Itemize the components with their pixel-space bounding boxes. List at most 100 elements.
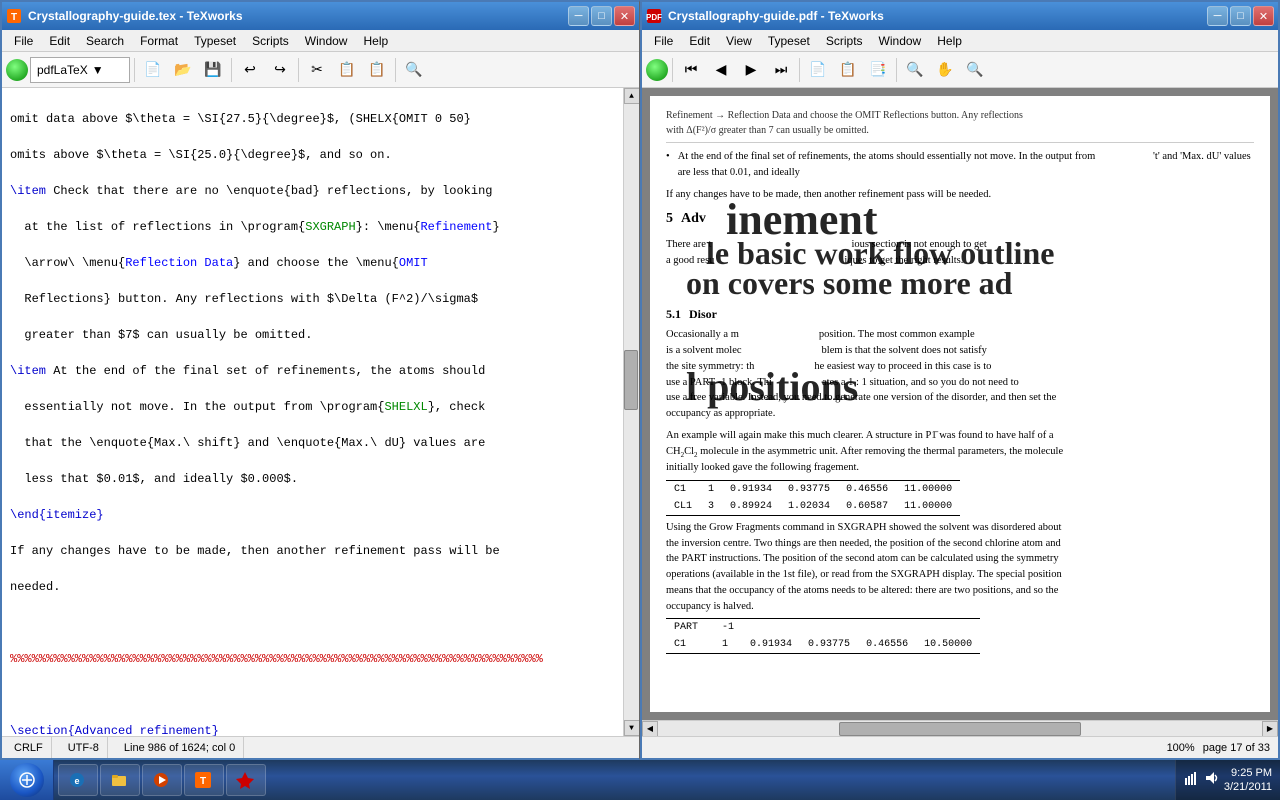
redo-button[interactable]: ↪ bbox=[266, 56, 294, 84]
code-line: greater than $7$ can usually be omitted. bbox=[10, 326, 615, 344]
start-button[interactable] bbox=[0, 760, 54, 800]
hscroll-thumb[interactable] bbox=[839, 722, 1081, 736]
left-title-bar: T Crystallography-guide.tex - TeXworks ─… bbox=[2, 2, 639, 30]
menu-window[interactable]: Window bbox=[297, 32, 356, 50]
scroll-thumb[interactable] bbox=[624, 350, 638, 410]
left-close-button[interactable]: ✕ bbox=[614, 6, 635, 26]
pdf-menu-edit[interactable]: Edit bbox=[681, 32, 718, 50]
svg-text:T: T bbox=[200, 776, 206, 787]
right-title-bar: PDF Crystallography-guide.pdf - TeXworks… bbox=[642, 2, 1278, 30]
pdf-next-page-button[interactable]: ▶ bbox=[737, 56, 765, 84]
scroll-down-button[interactable]: ▼ bbox=[624, 720, 640, 736]
hscroll-track[interactable] bbox=[658, 721, 1262, 736]
pdf-section-heading: 5 Adv bbox=[666, 208, 1254, 229]
left-app-icon: T bbox=[6, 8, 22, 24]
keyword-blue: Refinement bbox=[420, 220, 492, 234]
pdf-grow-text: Using the Grow Fragments command in SXGR… bbox=[666, 520, 1254, 615]
pdf-top-content: Refinement → Reflection Data and choose … bbox=[666, 108, 1254, 658]
right-maximize-button[interactable]: □ bbox=[1230, 6, 1251, 26]
pdf-continuous-button[interactable]: 📑 bbox=[864, 56, 892, 84]
scroll-up-button[interactable]: ▲ bbox=[624, 88, 640, 104]
start-orb[interactable] bbox=[10, 763, 44, 797]
table-cell: 0.93775 bbox=[780, 480, 838, 498]
pdf-changes-text: If any changes have to be made, then ano… bbox=[666, 187, 1254, 203]
typeset-dropdown[interactable]: pdfLaTeX ▼ bbox=[30, 57, 130, 83]
pdf-horizontal-scrollbar[interactable]: ◀ ▶ bbox=[642, 720, 1278, 736]
run-button[interactable] bbox=[6, 59, 28, 81]
left-title-text: Crystallography-guide.tex - TeXworks bbox=[28, 9, 564, 23]
cut-button[interactable]: ✂ bbox=[303, 56, 331, 84]
menu-format[interactable]: Format bbox=[132, 32, 186, 50]
pdf-zoom-button[interactable]: 🔍 bbox=[901, 56, 929, 84]
left-minimize-button[interactable]: ─ bbox=[568, 6, 589, 26]
find-button[interactable]: 🔍 bbox=[400, 56, 428, 84]
code-line: If any changes have to be made, then ano… bbox=[10, 542, 615, 560]
pdf-menu-scripts[interactable]: Scripts bbox=[818, 32, 871, 50]
undo-button[interactable]: ↩ bbox=[236, 56, 264, 84]
keyword: \item bbox=[10, 184, 46, 198]
hscroll-left-button[interactable]: ◀ bbox=[642, 721, 658, 737]
save-file-button[interactable]: 💾 bbox=[199, 56, 227, 84]
pdf-page-view-button[interactable]: 📄 bbox=[804, 56, 832, 84]
dropdown-arrow-icon: ▼ bbox=[92, 63, 104, 77]
pdf-menu-typeset[interactable]: Typeset bbox=[760, 32, 818, 50]
pdf-section-partial-title: Adv bbox=[681, 208, 706, 229]
pdf-toolbar-sep2 bbox=[799, 58, 800, 82]
editor-content[interactable]: omit data above $\theta = \SI{27.5}{\deg… bbox=[2, 88, 623, 736]
taskbar-media[interactable] bbox=[142, 764, 182, 796]
table-cell: 11.00000 bbox=[896, 480, 960, 498]
pdf-menu-help[interactable]: Help bbox=[929, 32, 970, 50]
right-window-controls: ─ □ ✕ bbox=[1207, 6, 1274, 26]
table-cell: 0.91934 bbox=[722, 480, 780, 498]
menu-scripts[interactable]: Scripts bbox=[244, 32, 297, 50]
pdf-prev-page-button[interactable]: ◀ bbox=[707, 56, 735, 84]
code-line: %%%%%%%%%%%%%%%%%%%%%%%%%%%%%%%%%%%%%%%%… bbox=[10, 650, 615, 668]
table-cell: 0.89924 bbox=[722, 498, 780, 516]
pdf-menu-view[interactable]: View bbox=[718, 32, 760, 50]
code-line: needed. bbox=[10, 578, 615, 596]
menu-typeset[interactable]: Typeset bbox=[186, 32, 244, 50]
menu-edit[interactable]: Edit bbox=[41, 32, 78, 50]
pdf-menu-window[interactable]: Window bbox=[871, 32, 930, 50]
pdf-hand-button[interactable]: ✋ bbox=[931, 56, 959, 84]
pdf-body-text: Occasionally a mposition. The most commo… bbox=[666, 327, 1254, 422]
menu-search[interactable]: Search bbox=[78, 32, 132, 50]
code-line: \item At the end of the final set of ref… bbox=[10, 362, 615, 380]
menu-file[interactable]: File bbox=[6, 32, 41, 50]
pdf-bullet-text: At the end of the final set of refinemen… bbox=[678, 149, 1254, 181]
pdf-bullet-marker: • bbox=[666, 149, 670, 181]
pdf-two-page-button[interactable]: 📋 bbox=[834, 56, 862, 84]
new-file-button[interactable]: 📄 bbox=[139, 56, 167, 84]
maple-icon bbox=[235, 770, 255, 790]
copy-button[interactable]: 📋 bbox=[333, 56, 361, 84]
code-line: less that $0.01$, and ideally $0.000$. bbox=[10, 470, 615, 488]
taskbar-explorer[interactable] bbox=[100, 764, 140, 796]
keyword: \section{Advanced refinement} bbox=[10, 724, 219, 736]
open-file-button[interactable]: 📂 bbox=[169, 56, 197, 84]
taskbar-ie[interactable]: e bbox=[58, 764, 98, 796]
pdf-overflow-text: Refinement → Reflection Data and choose … bbox=[666, 110, 1023, 121]
left-maximize-button[interactable]: □ bbox=[591, 6, 612, 26]
right-minimize-button[interactable]: ─ bbox=[1207, 6, 1228, 26]
pdf-bullet-item: • At the end of the final set of refinem… bbox=[666, 149, 1254, 181]
pdf-content-area[interactable]: Refinement → Reflection Data and choose … bbox=[642, 88, 1278, 720]
taskbar-maple[interactable] bbox=[226, 764, 266, 796]
pdf-menu-file[interactable]: File bbox=[646, 32, 681, 50]
scroll-track[interactable] bbox=[624, 104, 639, 720]
svg-text:T: T bbox=[11, 12, 17, 23]
hscroll-right-button[interactable]: ▶ bbox=[1262, 721, 1278, 737]
pdf-find-button[interactable]: 🔍 bbox=[961, 56, 989, 84]
editor-vertical-scrollbar[interactable]: ▲ ▼ bbox=[623, 88, 639, 736]
paste-button[interactable]: 📋 bbox=[363, 56, 391, 84]
code-line bbox=[10, 614, 615, 632]
taskbar-texworks[interactable]: T bbox=[184, 764, 224, 796]
table-cell: 0.46556 bbox=[838, 480, 896, 498]
pdf-run-button[interactable] bbox=[646, 59, 668, 81]
pdf-last-page-button[interactable]: ⏭ bbox=[767, 56, 795, 84]
keyword-blue: OMIT bbox=[399, 256, 428, 270]
editor-area[interactable]: omit data above $\theta = \SI{27.5}{\deg… bbox=[2, 88, 639, 736]
table-cell: C1 bbox=[666, 480, 700, 498]
pdf-first-page-button[interactable]: ⏮ bbox=[677, 56, 705, 84]
menu-help[interactable]: Help bbox=[355, 32, 396, 50]
right-close-button[interactable]: ✕ bbox=[1253, 6, 1274, 26]
